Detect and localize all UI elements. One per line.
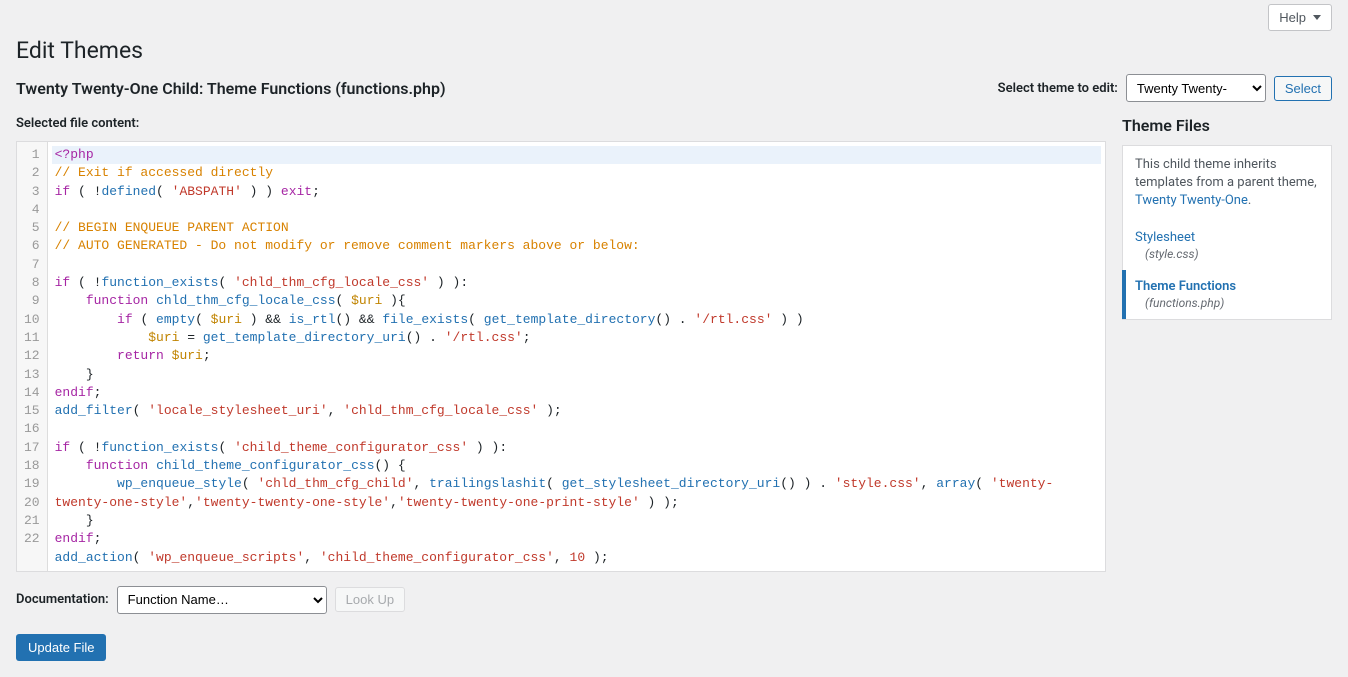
theme-file-sub: (style.css)	[1135, 247, 1319, 261]
parent-theme-link[interactable]: Twenty Twenty-One	[1135, 193, 1248, 208]
code-line[interactable]: $uri = get_template_directory_uri() . '/…	[52, 329, 1101, 347]
select-theme-label: Select theme to edit:	[998, 81, 1118, 96]
lookup-button[interactable]: Look Up	[335, 587, 405, 612]
update-file-button[interactable]: Update File	[16, 634, 106, 661]
code-line[interactable]: add_filter( 'locale_stylesheet_uri', 'ch…	[52, 402, 1101, 420]
code-line[interactable]: }	[52, 512, 1101, 530]
chevron-down-icon	[1313, 15, 1321, 20]
sidebar-box: This child theme inherits templates from…	[1122, 145, 1332, 320]
code-line[interactable]: return $uri;	[52, 347, 1101, 365]
code-line[interactable]: function chld_thm_cfg_locale_css( $uri )…	[52, 292, 1101, 310]
code-line[interactable]: add_action( 'wp_enqueue_scripts', 'child…	[52, 549, 1101, 567]
code-line[interactable]: <?php	[52, 146, 1101, 164]
code-line[interactable]: endif;	[52, 530, 1101, 548]
code-line[interactable]: endif;	[52, 384, 1101, 402]
code-line[interactable]: if ( !function_exists( 'chld_thm_cfg_loc…	[52, 274, 1101, 292]
code-line[interactable]	[52, 420, 1101, 438]
theme-file-label[interactable]: Stylesheet	[1135, 230, 1319, 245]
documentation-label: Documentation:	[16, 592, 109, 607]
code-line[interactable]: if ( !function_exists( 'child_theme_conf…	[52, 439, 1101, 457]
file-heading: Twenty Twenty-One Child: Theme Functions…	[16, 79, 446, 98]
help-label: Help	[1279, 10, 1306, 25]
code-editor[interactable]: 12345678910111213141516171819202122 <?ph…	[16, 141, 1106, 572]
theme-file-item[interactable]: Theme Functions (functions.php)	[1122, 270, 1331, 319]
code-line[interactable]: // BEGIN ENQUEUE PARENT ACTION	[52, 219, 1101, 237]
sidebar-info: This child theme inherits templates from…	[1123, 146, 1331, 221]
help-button[interactable]: Help	[1268, 4, 1332, 31]
theme-file-label[interactable]: Theme Functions	[1135, 279, 1319, 294]
code-line[interactable]: // AUTO GENERATED - Do not modify or rem…	[52, 237, 1101, 255]
code-line[interactable]: function child_theme_configurator_css() …	[52, 457, 1101, 475]
theme-select[interactable]: Twenty Twenty-One Child	[1126, 74, 1266, 102]
sidebar-heading: Theme Files	[1122, 116, 1332, 135]
code-line[interactable]: if ( empty( $uri ) && is_rtl() && file_e…	[52, 311, 1101, 329]
code-line[interactable]: if ( !defined( 'ABSPATH' ) ) exit;	[52, 183, 1101, 201]
code-line[interactable]	[52, 201, 1101, 219]
line-gutter: 12345678910111213141516171819202122	[17, 142, 48, 571]
select-button[interactable]: Select	[1274, 76, 1332, 101]
code-body[interactable]: <?php// Exit if accessed directlyif ( !d…	[48, 142, 1105, 571]
documentation-select[interactable]: Function Name…	[117, 586, 327, 614]
theme-file-item[interactable]: Stylesheet (style.css)	[1123, 221, 1331, 270]
page-title: Edit Themes	[16, 37, 1332, 64]
code-line[interactable]: }	[52, 366, 1101, 384]
code-line[interactable]: // Exit if accessed directly	[52, 164, 1101, 182]
theme-file-sub: (functions.php)	[1135, 296, 1319, 310]
code-line[interactable]	[52, 256, 1101, 274]
selected-file-label: Selected file content:	[16, 116, 1106, 131]
code-line[interactable]: wp_enqueue_style( 'chld_thm_cfg_child', …	[52, 475, 1101, 512]
